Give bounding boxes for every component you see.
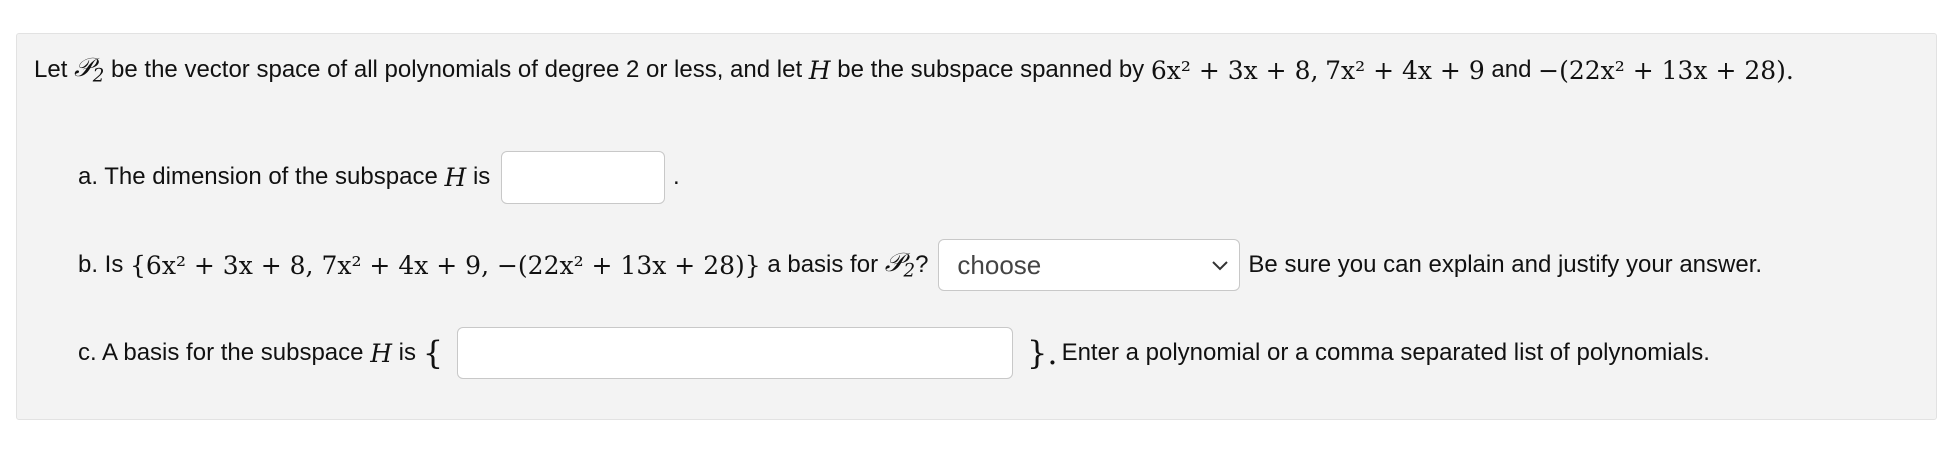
part-c-h: H bbox=[370, 338, 392, 368]
part-c-suffix: Enter a polynomial or a comma separated … bbox=[1061, 339, 1710, 366]
part-a-period: . bbox=[672, 163, 680, 190]
part-a-h: H bbox=[444, 162, 467, 192]
part-b-prefix: b. Is bbox=[78, 251, 124, 278]
intro-mid: be the vector space of all polynomials o… bbox=[111, 56, 803, 83]
part-a-prefix: a. The dimension of the subspace bbox=[78, 163, 438, 190]
vector-set: {6x² + 3x + 8, 7x² + 4x + 9, −(22x² + 13… bbox=[130, 250, 761, 280]
basis-select[interactable]: choose bbox=[938, 239, 1241, 291]
part-a-is: is bbox=[472, 163, 491, 190]
part-a: a. The dimension of the subspace H is . bbox=[78, 150, 680, 204]
p2-symbol: 𝒫2 bbox=[74, 53, 105, 87]
chevron-down-icon bbox=[1212, 261, 1229, 271]
part-c: c. A basis for the subspace H is { }. En… bbox=[78, 326, 1710, 380]
part-b-suffix: Be sure you can explain and justify your… bbox=[1248, 251, 1763, 278]
open-brace: { bbox=[422, 334, 444, 372]
dimension-input[interactable] bbox=[500, 150, 665, 204]
polynomial-1: 6x² + 3x + 8, bbox=[1150, 55, 1319, 85]
subspace-h: H bbox=[808, 55, 831, 85]
close-brace: }. bbox=[1027, 334, 1058, 372]
basis-select-value: choose bbox=[957, 249, 1042, 280]
intro-let: Let bbox=[34, 56, 68, 83]
part-c-is: is bbox=[398, 339, 417, 366]
part-c-prefix: c. A basis for the subspace bbox=[78, 339, 364, 366]
basis-text: a basis for bbox=[767, 251, 879, 278]
question-mark: ? bbox=[915, 251, 929, 278]
polynomial-3: −(22x² + 13x + 28). bbox=[1538, 55, 1794, 85]
basis-input[interactable] bbox=[457, 327, 1014, 379]
intro-spanned: be the subspace spanned by bbox=[837, 56, 1145, 83]
problem-statement: Let 𝒫2 be the vector space of all polyno… bbox=[34, 52, 1794, 88]
p2-symbol-b: 𝒫2 bbox=[884, 248, 916, 282]
part-b: b. Is {6x² + 3x + 8, 7x² + 4x + 9, −(22x… bbox=[78, 239, 1762, 291]
and-word: and bbox=[1491, 56, 1532, 83]
polynomial-2: 7x² + 4x + 9 bbox=[1325, 55, 1485, 85]
